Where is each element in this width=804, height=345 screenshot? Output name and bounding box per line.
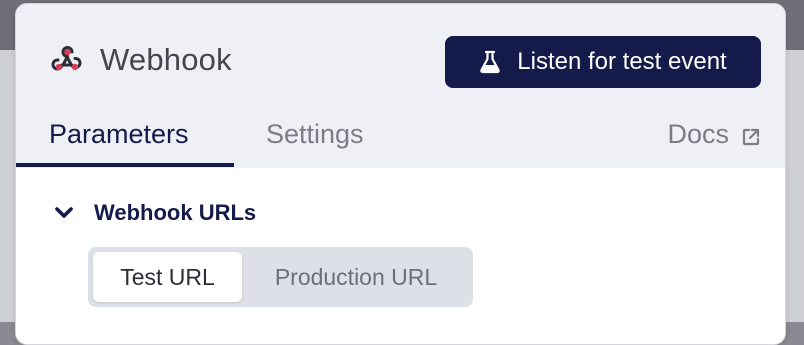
node-settings-panel: Webhook Listen for test event Parameters… [15, 3, 786, 345]
tab-settings[interactable]: Settings [266, 119, 364, 150]
docs-label: Docs [667, 119, 729, 149]
url-type-toggle: Test URL Production URL [88, 247, 473, 307]
chevron-down-icon [55, 207, 73, 218]
test-url-option[interactable]: Test URL [93, 252, 242, 302]
listen-button-label: Listen for test event [517, 48, 727, 75]
webhook-urls-section-toggle[interactable]: Webhook URLs [54, 200, 256, 226]
node-title: Webhook [100, 42, 232, 77]
active-tab-indicator [16, 163, 234, 167]
webhook-icon [51, 46, 82, 71]
tab-parameters[interactable]: Parameters [49, 119, 189, 150]
listen-for-test-event-button[interactable]: Listen for test event [445, 36, 761, 88]
external-link-icon [742, 128, 760, 145]
docs-link[interactable]: Docs [667, 119, 761, 150]
production-url-option[interactable]: Production URL [246, 252, 466, 302]
flask-icon [480, 50, 501, 74]
section-title: Webhook URLs [94, 200, 257, 225]
node-title-group: Webhook [51, 42, 232, 78]
